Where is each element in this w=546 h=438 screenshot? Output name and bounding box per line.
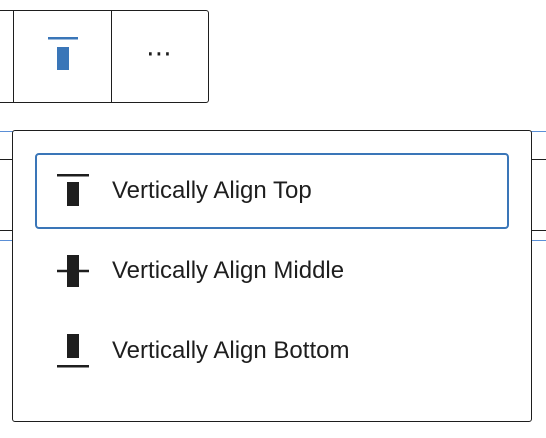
menu-item-label: Vertically Align Middle [112, 257, 345, 284]
more-options-icon: ⋯ [146, 37, 174, 68]
align-top-icon [55, 171, 91, 211]
align-middle-icon [55, 251, 91, 291]
align-bottom-icon [55, 331, 91, 371]
block-toolbar: ⋯ [0, 10, 209, 103]
menu-item-align-top[interactable]: Vertically Align Top [35, 153, 509, 229]
more-options-button[interactable]: ⋯ [112, 11, 208, 102]
menu-item-align-bottom[interactable]: Vertically Align Bottom [35, 313, 509, 389]
vertical-align-toggle-button[interactable] [14, 11, 112, 102]
align-top-icon [45, 34, 81, 79]
menu-item-align-middle[interactable]: Vertically Align Middle [35, 233, 509, 309]
toolbar-group-stub [0, 11, 14, 102]
menu-item-label: Vertically Align Bottom [112, 337, 350, 364]
vertical-align-menu: Vertically Align Top Vertically Align Mi… [12, 130, 532, 422]
background-text-fragment: i [0, 354, 1, 384]
menu-item-label: Vertically Align Top [112, 177, 312, 204]
